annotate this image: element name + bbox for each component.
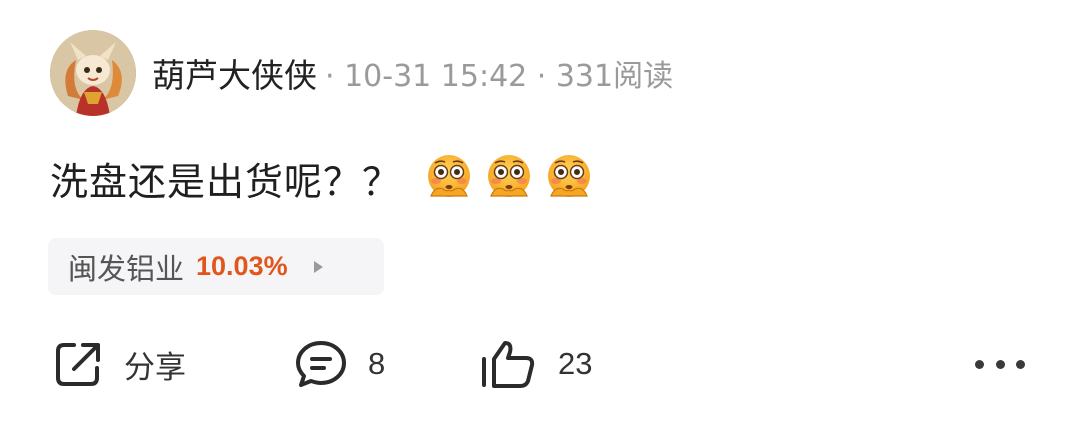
stock-change: 10.03% (196, 251, 288, 281)
more-dot-icon (975, 359, 984, 369)
author-name[interactable]: 葫芦大侠侠 (152, 49, 317, 97)
comment-button[interactable]: 8 (294, 334, 385, 394)
share-button[interactable]: 分享 (52, 334, 186, 394)
share-label: 分享 (124, 349, 186, 385)
flushed-hands-emoji-icon (488, 155, 531, 197)
flushed-hands-emoji-icon (428, 155, 471, 197)
like-count: 23 (558, 346, 593, 381)
more-dot-icon (1016, 359, 1025, 369)
thumbs-up-icon (482, 341, 535, 388)
emoji-row (423, 152, 603, 204)
post-header: 葫芦大侠侠 · 10-31 15:42 · 331阅读 (152, 50, 673, 96)
post-content: 洗盘还是出货呢？？ (50, 148, 603, 208)
avatar-character-icon (50, 30, 136, 116)
stock-name: 闽发铝业 (68, 251, 185, 286)
stock-tag[interactable]: 闽发铝业 10.03% (48, 238, 384, 295)
like-button[interactable]: 23 (478, 334, 592, 394)
post-meta: · 10-31 15:42 · 331阅读 (325, 59, 674, 94)
author-avatar[interactable] (50, 30, 136, 116)
more-options-button[interactable] (975, 352, 1025, 376)
flushed-hands-emoji-icon (548, 155, 591, 197)
more-dot-icon (995, 359, 1005, 369)
post-body-text: 洗盘还是出货呢？？ (50, 159, 402, 204)
chevron-right-icon (313, 260, 323, 273)
share-icon (56, 343, 100, 386)
comment-icon (296, 341, 346, 387)
comment-count: 8 (368, 346, 386, 381)
